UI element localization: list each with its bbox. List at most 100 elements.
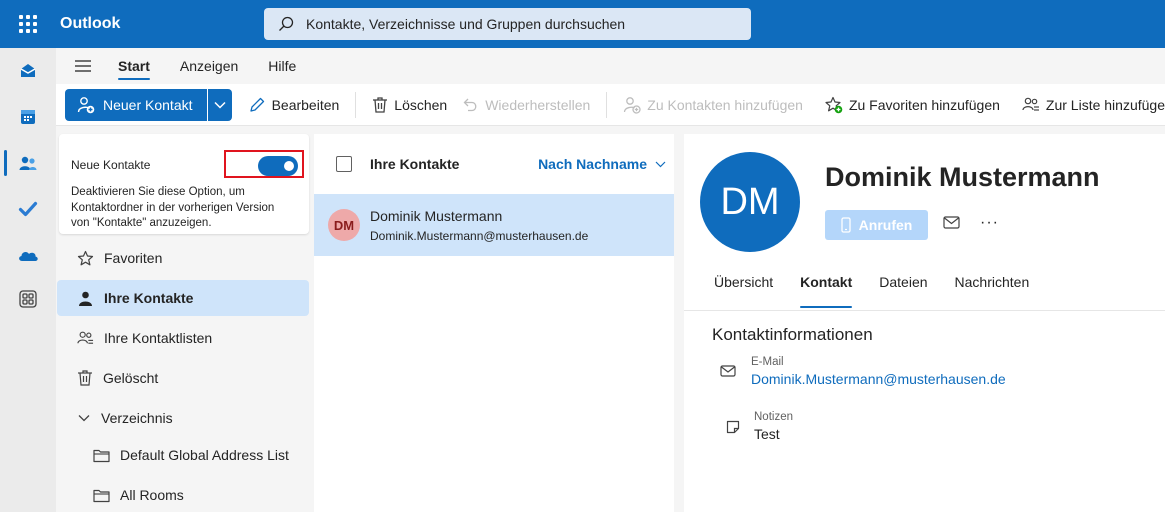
- tab-anzeigen[interactable]: Anzeigen: [180, 48, 238, 84]
- separator: [606, 91, 608, 118]
- divider: [684, 310, 1165, 311]
- tab-contact[interactable]: Kontakt: [800, 274, 853, 310]
- star-add-icon: [825, 96, 843, 113]
- contact-name: Dominik Mustermann: [825, 162, 1100, 192]
- mail-icon: [720, 365, 736, 377]
- contact-detail-pane: DM Dominik Mustermann Anrufen ··· Übersi…: [684, 134, 1165, 512]
- list-item-text: Dominik Mustermann Dominik.Mustermann@mu…: [370, 208, 588, 243]
- add-to-contacts-button[interactable]: Zu Kontakten hinzufügen: [623, 96, 803, 114]
- detail-tabs: Übersicht Kontakt Dateien Nachrichten: [714, 274, 1056, 310]
- app-launcher-icon[interactable]: [0, 0, 56, 48]
- mail-app-icon[interactable]: [0, 48, 56, 94]
- folder-favorites[interactable]: Favoriten: [57, 240, 309, 276]
- people-list-icon: [1022, 97, 1039, 111]
- onedrive-app-icon[interactable]: [0, 232, 56, 278]
- folder-global-address-list-label: Default Global Address List: [120, 447, 289, 463]
- promo-description: Deaktivieren Sie diese Option, um Kontak…: [71, 186, 275, 229]
- add-person-icon: [77, 96, 95, 113]
- toggle-knob: [284, 161, 294, 171]
- sort-label: Nach Nachname: [538, 156, 647, 172]
- promo-title: Neue Kontakte: [71, 158, 151, 172]
- avatar: DM: [700, 152, 800, 252]
- add-to-list-label: Zur Liste hinzufüge: [1045, 96, 1165, 113]
- edit-button[interactable]: Bearbeiten: [248, 96, 340, 114]
- folder-contact-lists-label: Ihre Kontaktlisten: [104, 330, 213, 346]
- folder-pane: Neue Kontakte Deaktivieren Sie diese Opt…: [56, 126, 313, 512]
- notes-label: Notizen: [754, 411, 793, 423]
- select-all-checkbox[interactable]: [336, 156, 352, 172]
- call-label: Anrufen: [858, 217, 913, 233]
- new-contacts-toggle[interactable]: [258, 156, 298, 176]
- folder-all-rooms[interactable]: All Rooms: [57, 477, 309, 512]
- new-contact-dropdown[interactable]: [206, 88, 232, 121]
- email-label: E-Mail: [751, 356, 784, 368]
- call-button[interactable]: Anrufen: [825, 210, 928, 240]
- new-contact-button[interactable]: Neuer Kontakt: [65, 88, 207, 121]
- notes-field: Notizen Test: [726, 411, 793, 442]
- add-to-favorites-button[interactable]: Zu Favoriten hinzufügen: [825, 96, 1000, 114]
- restore-button[interactable]: Wiederherstellen: [463, 97, 590, 113]
- tab-start[interactable]: Start: [118, 48, 150, 84]
- todo-app-icon[interactable]: [0, 186, 56, 232]
- folder-icon: [93, 449, 110, 462]
- more-options-icon[interactable]: ···: [980, 214, 999, 232]
- add-person-icon: [624, 96, 641, 114]
- chevron-down-icon: [78, 415, 90, 422]
- separator: [355, 91, 357, 118]
- folder-your-contacts-label: Ihre Kontakte: [104, 290, 194, 306]
- new-contact-button-group: Neuer Kontakt: [65, 88, 232, 121]
- add-to-list-button[interactable]: Zur Liste hinzufüge: [1022, 96, 1165, 114]
- notes-value: Test: [754, 426, 780, 442]
- folder-global-address-list[interactable]: Default Global Address List: [57, 437, 309, 473]
- contact-list-title: Ihre Kontakte: [370, 156, 460, 172]
- folder-icon: [93, 489, 110, 502]
- folder-favorites-label: Favoriten: [104, 250, 163, 266]
- star-icon: [77, 250, 94, 265]
- add-to-favorites-label: Zu Favoriten hinzufügen: [848, 96, 1000, 113]
- chevron-down-icon: [655, 161, 666, 167]
- list-item[interactable]: DM Dominik Mustermann Dominik.Mustermann…: [314, 194, 674, 256]
- tab-messages[interactable]: Nachrichten: [955, 274, 1030, 310]
- contact-list-header: Ihre Kontakte Nach Nachname: [314, 134, 674, 194]
- contact-list-pane: Ihre Kontakte Nach Nachname DM Dominik M…: [314, 134, 674, 512]
- phone-icon: [841, 217, 851, 233]
- folder-all-rooms-label: All Rooms: [120, 487, 184, 503]
- trash-icon: [78, 370, 92, 386]
- undo-icon: [463, 98, 477, 111]
- list-item-name: Dominik Mustermann: [370, 207, 503, 224]
- delete-button[interactable]: Löschen: [372, 96, 447, 114]
- folder-directory-label: Verzeichnis: [101, 410, 173, 426]
- tab-overview[interactable]: Übersicht: [714, 274, 773, 310]
- folder-directory[interactable]: Verzeichnis: [57, 400, 309, 436]
- tab-hilfe[interactable]: Hilfe: [268, 48, 296, 84]
- calendar-app-icon[interactable]: [0, 94, 56, 140]
- folder-deleted-label: Gelöscht: [103, 370, 159, 386]
- delete-label: Löschen: [394, 96, 448, 113]
- people-app-icon[interactable]: [0, 140, 56, 186]
- folder-contact-lists[interactable]: Ihre Kontaktlisten: [57, 320, 309, 356]
- email-link[interactable]: Dominik.Mustermann@musterhausen.de: [751, 371, 1006, 387]
- folder-your-contacts[interactable]: Ihre Kontakte: [57, 280, 309, 316]
- chevron-down-icon: [214, 101, 226, 109]
- sort-dropdown[interactable]: Nach Nachname: [538, 156, 666, 172]
- section-title: Kontaktinformationen: [712, 325, 873, 344]
- new-contacts-promo: Neue Kontakte Deaktivieren Sie diese Opt…: [59, 134, 309, 234]
- search-input[interactable]: Kontakte, Verzeichnisse und Gruppen durc…: [264, 8, 751, 40]
- person-icon: [79, 291, 92, 306]
- app-title[interactable]: Outlook: [60, 15, 264, 33]
- folder-deleted[interactable]: Gelöscht: [57, 360, 309, 396]
- more-apps-icon[interactable]: [0, 276, 56, 322]
- email-field: E-Mail Dominik.Mustermann@musterhausen.d…: [720, 356, 1006, 387]
- tab-files[interactable]: Dateien: [879, 274, 927, 310]
- new-contact-label: Neuer Kontakt: [103, 96, 193, 113]
- ribbon-tabs: Start Anzeigen Hilfe: [56, 48, 1165, 84]
- list-item-email: Dominik.Mustermann@musterhausen.de: [370, 228, 589, 243]
- add-to-contacts-label: Zu Kontakten hinzufügen: [647, 96, 803, 113]
- edit-label: Bearbeiten: [271, 96, 340, 113]
- hamburger-menu-icon[interactable]: [56, 59, 110, 73]
- mail-icon[interactable]: [943, 216, 960, 229]
- top-bar: Outlook Kontakte, Verzeichnisse und Grup…: [0, 0, 1165, 48]
- pencil-icon: [249, 97, 264, 112]
- app-rail: [0, 48, 56, 512]
- restore-label: Wiederherstellen: [485, 96, 591, 113]
